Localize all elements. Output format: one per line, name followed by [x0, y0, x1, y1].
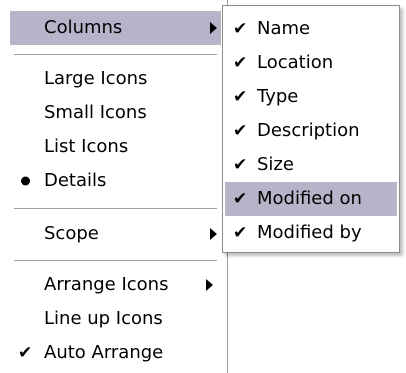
checkmark-icon: ✔ [233, 53, 248, 73]
checkmark-icon: ✔ [233, 19, 248, 39]
menu-item-label: Name [257, 18, 311, 39]
menu-item-label: List Icons [44, 136, 129, 157]
column-item-type[interactable]: ✔ Type [225, 80, 397, 114]
menu-item-details[interactable]: Details [10, 164, 221, 198]
menu-item-label: Small Icons [44, 102, 147, 123]
menu-item-label: Size [257, 154, 294, 175]
checkmark-icon: ✔ [233, 87, 248, 107]
menu-item-label: Location [257, 52, 334, 73]
checkmark-icon: ✔ [233, 155, 248, 175]
menu-item-label: Details [44, 170, 107, 191]
menu-separator [14, 260, 217, 262]
menu-item-scope[interactable]: Scope [10, 217, 221, 251]
menu-item-list-icons[interactable]: List Icons [10, 130, 221, 164]
checkmark-icon: ✔ [18, 343, 33, 363]
menu-item-label: Auto Arrange [44, 342, 164, 363]
column-item-location[interactable]: ✔ Location [225, 46, 397, 80]
menu-item-label: Description [257, 120, 360, 141]
menu-item-label: Modified by [257, 222, 362, 243]
menu-item-label: Line up Icons [44, 308, 163, 329]
menu-item-line-up-icons[interactable]: Line up Icons [10, 302, 221, 336]
menu-item-small-icons[interactable]: Small Icons [10, 96, 221, 130]
menu-item-label: Type [257, 86, 299, 107]
submenu-arrow-icon [210, 22, 217, 34]
checkmark-icon: ✔ [233, 223, 248, 243]
submenu-arrow-icon [206, 279, 213, 291]
checkmark-icon: ✔ [233, 189, 248, 209]
column-item-name[interactable]: ✔ Name [225, 12, 397, 46]
checkmark-icon: ✔ [233, 121, 248, 141]
menu-item-arrange-icons[interactable]: Arrange Icons [10, 268, 221, 302]
menu-item-label: Arrange Icons [44, 274, 169, 295]
menu-item-large-icons[interactable]: Large Icons [10, 62, 221, 96]
menu-item-label: Scope [44, 223, 99, 244]
columns-submenu: ✔ Name ✔ Location ✔ Type ✔ Description ✔… [222, 5, 400, 253]
menu-item-label: Large Icons [44, 68, 148, 89]
menu-separator [14, 208, 217, 210]
column-item-modified-by[interactable]: ✔ Modified by [225, 216, 397, 250]
menu-item-auto-arrange[interactable]: ✔ Auto Arrange [10, 336, 221, 370]
submenu-arrow-icon [210, 228, 217, 240]
menu-item-columns[interactable]: Columns [10, 11, 221, 45]
radio-bullet-icon [21, 176, 30, 186]
menu-item-label: Modified on [257, 188, 362, 209]
column-item-description[interactable]: ✔ Description [225, 114, 397, 148]
menu-item-label: Columns [44, 17, 123, 38]
view-context-menu: Columns Large Icons Small Icons List Ico… [0, 0, 228, 373]
column-item-modified-on[interactable]: ✔ Modified on [225, 182, 397, 216]
menu-separator [14, 54, 217, 56]
column-item-size[interactable]: ✔ Size [225, 148, 397, 182]
